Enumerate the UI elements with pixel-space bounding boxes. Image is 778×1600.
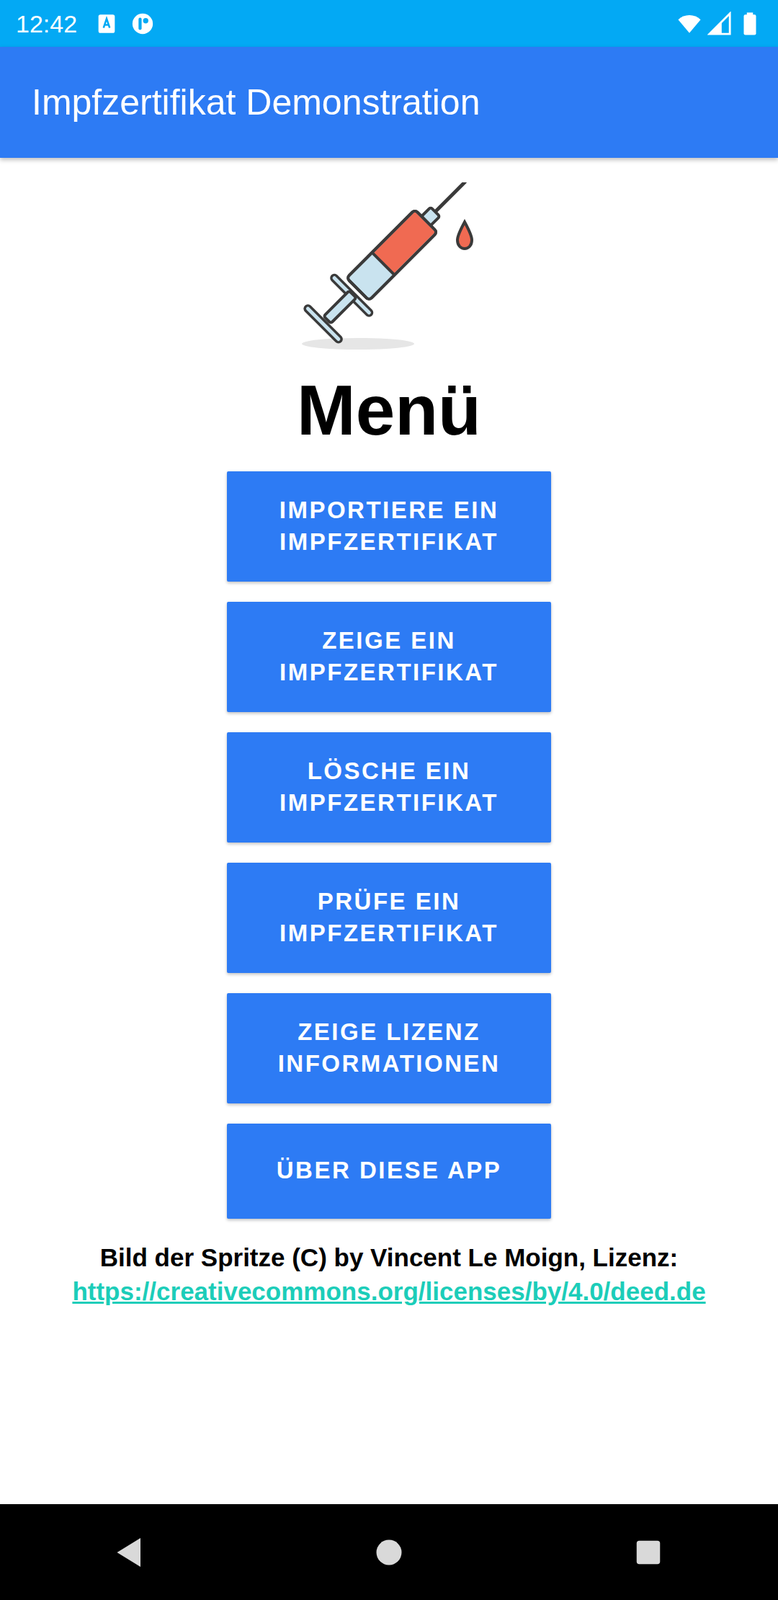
menu-button[interactable]: ÜBER DIESE APP <box>226 1123 552 1219</box>
menu-button[interactable]: IMPORTIERE EIN IMPFZERTIFIKAT <box>226 471 552 582</box>
image-credit: Bild der Spritze (C) by Vincent Le Moign… <box>63 1239 714 1309</box>
credit-text: Bild der Spritze (C) by Vincent Le Moign… <box>72 1239 706 1274</box>
app-title: Impfzertifikat Demonstration <box>31 80 480 124</box>
menu-button[interactable]: LÖSCHE EIN IMPFZERTIFIKAT <box>226 731 552 843</box>
menu-heading: Menü <box>296 369 482 451</box>
menu-button-list: IMPORTIERE EIN IMPFZERTIFIKAT ZEIGE EIN I… <box>226 471 552 1219</box>
syringe-icon <box>298 182 480 353</box>
navigation-bar <box>0 1503 778 1600</box>
menu-screen: Menü IMPORTIERE EIN IMPFZERTIFIKAT ZEIGE … <box>0 157 778 1504</box>
notification-icon <box>94 11 119 37</box>
recents-icon[interactable] <box>626 1530 670 1574</box>
clock: 12:42 <box>15 11 78 37</box>
menu-button[interactable]: ZEIGE LIZENZ INFORMATIONEN <box>226 992 552 1103</box>
home-icon[interactable] <box>367 1530 411 1574</box>
battery-icon <box>737 11 763 37</box>
app-bar: Impfzertifikat Demonstration <box>0 46 778 158</box>
signal-icon <box>707 11 732 37</box>
status-bar: 12:42 <box>0 0 778 47</box>
back-icon[interactable] <box>108 1530 152 1574</box>
app-notification-icon <box>130 11 155 37</box>
menu-button[interactable]: ZEIGE EIN IMPFZERTIFIKAT <box>226 601 552 712</box>
menu-button[interactable]: PRÜFE EIN IMPFZERTIFIKAT <box>226 862 552 973</box>
license-link[interactable]: https://creativecommons.org/licenses/by/… <box>72 1276 706 1305</box>
wifi-icon <box>677 11 702 37</box>
